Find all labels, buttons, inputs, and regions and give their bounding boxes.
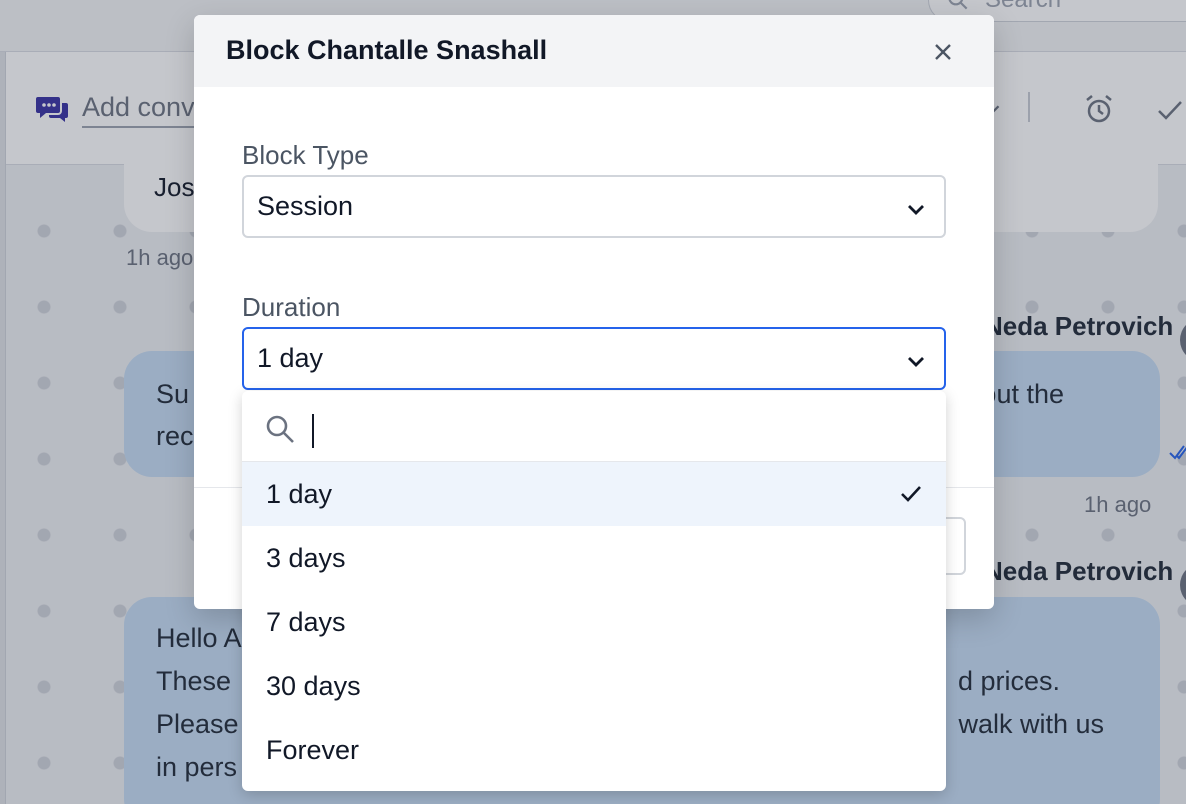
duration-option-forever[interactable]: Forever <box>242 718 946 782</box>
dropdown-search-input[interactable] <box>308 405 908 449</box>
duration-option-7-days[interactable]: 7 days <box>242 590 946 654</box>
option-label: 1 day <box>266 478 333 509</box>
duration-option-1-day[interactable]: 1 day <box>242 462 946 526</box>
duration-select[interactable]: 1 day <box>242 327 946 390</box>
option-label: 30 days <box>266 670 361 701</box>
duration-option-30-days[interactable]: 30 days <box>242 654 946 718</box>
option-label: Forever <box>266 734 360 765</box>
chevron-down-icon <box>908 357 924 367</box>
modal-title: Block Chantalle Snashall <box>226 35 548 65</box>
check-icon <box>901 486 921 502</box>
block-type-value: Session <box>257 191 354 221</box>
text-cursor <box>312 414 314 448</box>
chevron-down-icon <box>908 205 924 215</box>
close-icon[interactable] <box>930 39 956 65</box>
duration-option-3-days[interactable]: 3 days <box>242 526 946 590</box>
duration-value: 1 day <box>257 343 324 373</box>
dropdown-search <box>242 391 946 462</box>
block-type-label: Block Type <box>242 140 369 170</box>
modal-header: Block Chantalle Snashall <box>194 15 994 87</box>
option-label: 3 days <box>266 542 346 573</box>
duration-label: Duration <box>242 292 341 322</box>
duration-dropdown: 1 day 3 days 7 days 30 days Forever <box>242 391 946 791</box>
option-label: 7 days <box>266 606 346 637</box>
search-icon <box>266 415 294 443</box>
block-type-select[interactable]: Session <box>242 175 946 238</box>
